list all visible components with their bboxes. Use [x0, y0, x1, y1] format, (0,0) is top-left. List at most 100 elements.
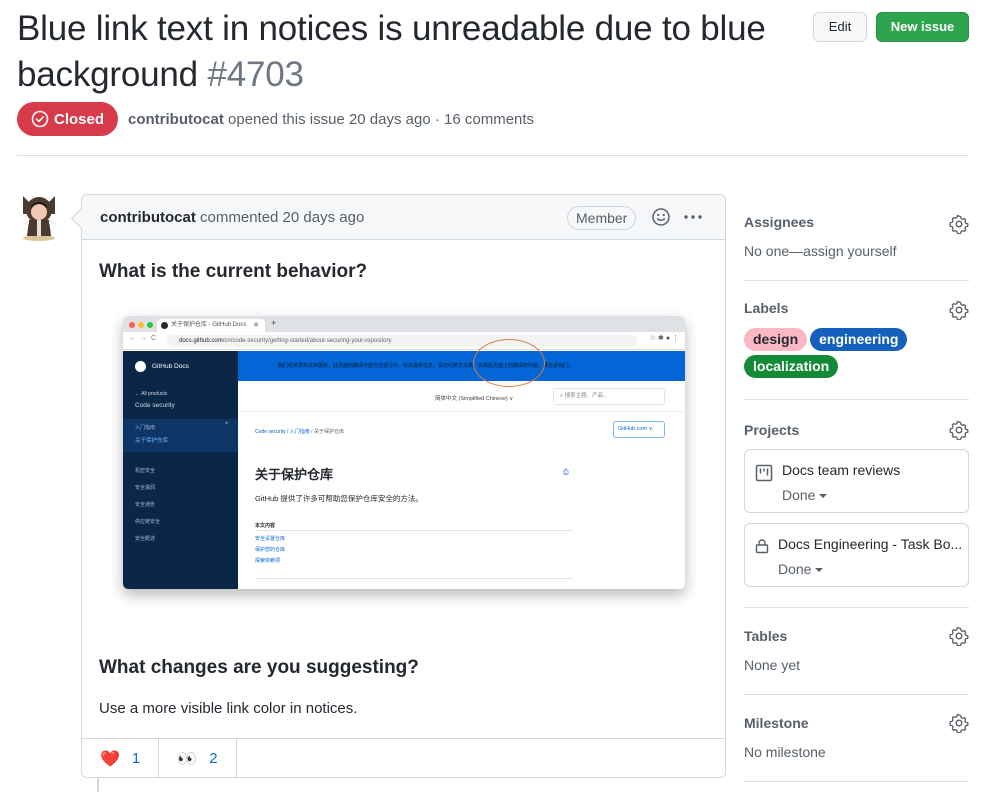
docs-version-picker: GitHub.com ∨	[613, 421, 665, 438]
docs-notice-banner: 我们经常发布文档更新，此页面的翻译可能仍在进行中。有关最新信息，请访问英文文档。…	[238, 351, 685, 381]
gear-icon[interactable]	[949, 420, 969, 440]
chevron-up-icon: ^	[225, 422, 228, 428]
issue-author-link[interactable]: contributocat	[128, 111, 224, 128]
browser-url: docs.github.com/cn/code-security/getting…	[167, 335, 637, 347]
docs-toc-item: 保护您的仓库	[255, 547, 286, 553]
docs-toc-divider	[255, 530, 573, 531]
issue-title: Blue link text in notices is unreadable …	[17, 6, 817, 98]
docs-nav-item: 安全漏洞	[135, 485, 156, 491]
sidebar-labels-title[interactable]: Labels	[744, 300, 969, 316]
docs-product: Code security	[135, 402, 175, 409]
member-badge: Member	[567, 206, 637, 230]
print-icon: ⎙	[563, 469, 569, 476]
sidebar-divider	[744, 781, 969, 782]
embedded-screenshot[interactable]: 关于保护仓库 - GitHub Docs ✕ + ←→C docs.github.…	[123, 316, 685, 589]
sidebar-tables-title[interactable]: Tables	[744, 628, 969, 644]
status-badge: Closed	[17, 102, 119, 136]
docs-sidebar: GitHub Docs ← All products Code security…	[123, 351, 238, 589]
sidebar-labels: Labels	[744, 300, 969, 320]
heart-icon: ❤️	[100, 750, 120, 768]
browser-toolbar-icons: ☆ ✱ ● ⋮	[649, 335, 679, 342]
issue-meta-text: contributocat opened this issue 20 days …	[128, 111, 534, 128]
add-reaction-icon[interactable]	[651, 207, 671, 227]
browser-nav-icons: ←→C	[129, 335, 161, 342]
docs-back-link: ← All products	[135, 391, 168, 397]
docs-nav-current: 关于保护仓库	[135, 438, 169, 444]
sidebar-milestone: Milestone	[744, 713, 969, 735]
comment-header: contributocat commented 20 days ago Memb…	[82, 195, 725, 240]
comment-heading-current-behavior: What is the current behavior?	[99, 261, 368, 282]
browser-urlbar: ←→C docs.github.com/cn/code-security/get…	[123, 332, 685, 350]
comment-author-link[interactable]: contributocat	[100, 209, 196, 226]
window-close-dot	[129, 322, 135, 328]
comment-meta: contributocat commented 20 days ago	[100, 209, 364, 226]
window-minimize-dot	[138, 322, 144, 328]
docs-breadcrumb: Code security / 入门指南 / 关于保护仓库	[255, 429, 344, 435]
project-status-dropdown[interactable]: Done	[778, 561, 823, 577]
gear-icon[interactable]	[949, 214, 969, 234]
window-zoom-dot	[147, 322, 153, 328]
gear-icon[interactable]	[949, 713, 969, 733]
docs-nav-section: 入门指南	[135, 425, 156, 431]
issue-opened-text: opened this issue 20 days ago · 16 comme…	[228, 110, 535, 128]
tab-close-icon: ✕	[253, 322, 259, 329]
sidebar-tables: Tables	[744, 626, 969, 648]
eyes-icon: 👀	[177, 750, 198, 768]
new-tab-icon: +	[271, 318, 277, 328]
issue-title-text: Blue link text in notices is unreadable …	[17, 9, 766, 94]
browser-tab-title: 关于保护仓库 - GitHub Docs	[171, 322, 247, 328]
reaction-count: 1	[131, 750, 141, 767]
comment-timestamp[interactable]: commented 20 days ago	[200, 209, 364, 226]
project-name[interactable]: Docs Engineering - Task Bo...	[778, 536, 962, 552]
avatar[interactable]	[17, 190, 61, 242]
check-circle-icon	[31, 110, 49, 128]
comment-heading-suggestions: What changes are you suggesting?	[99, 657, 419, 678]
sidebar-projects-title[interactable]: Projects	[744, 422, 969, 438]
docs-nav-item: 安全通告	[135, 502, 156, 508]
sidebar-milestone-title[interactable]: Milestone	[744, 715, 969, 731]
sidebar-milestone-value: No milestone	[744, 744, 826, 760]
browser-tabbar: 关于保护仓库 - GitHub Docs ✕ +	[123, 316, 685, 332]
edit-button[interactable]: Edit	[813, 12, 867, 42]
sidebar-assignees: Assignees	[744, 214, 969, 234]
project-card[interactable]: Docs team reviews Done	[744, 449, 969, 513]
new-issue-button[interactable]: New issue	[876, 12, 969, 42]
status-label: Closed	[54, 110, 105, 128]
label-design[interactable]: design	[744, 328, 808, 351]
url-path: /cn/code-security/getting-started/about-…	[222, 338, 392, 344]
docs-breadcrumb-item: 关于保护仓库	[313, 429, 344, 435]
label-list: design engineering localization	[744, 328, 969, 382]
label-engineering[interactable]: engineering	[810, 328, 908, 351]
gear-icon[interactable]	[949, 300, 969, 320]
docs-nav-item: 机密安全	[135, 468, 156, 474]
label-localization[interactable]: localization	[744, 355, 839, 378]
browser-tab: 关于保护仓库 - GitHub Docs ✕	[157, 319, 265, 332]
reaction-eyes-button[interactable]: 👀 2	[159, 739, 237, 778]
project-card[interactable]: Docs Engineering - Task Bo... Done	[744, 523, 969, 587]
reaction-heart-button[interactable]: ❤️ 1	[82, 739, 160, 778]
timeline-line	[97, 778, 99, 792]
lock-icon	[755, 539, 769, 554]
url-domain: docs.github.com	[179, 338, 223, 344]
docs-toc-item: 探索依赖项	[255, 558, 281, 564]
reaction-count: 2	[209, 750, 218, 767]
github-logo-icon	[135, 361, 146, 372]
project-name[interactable]: Docs team reviews	[782, 462, 900, 478]
header-divider	[17, 155, 969, 156]
sidebar-divider	[744, 280, 969, 281]
docs-toc-heading: 本文内容	[255, 523, 276, 529]
kebab-horizontal-icon[interactable]	[682, 207, 704, 227]
docs-logo: GitHub Docs	[135, 361, 189, 372]
sidebar-assignees-title[interactable]: Assignees	[744, 214, 969, 230]
docs-breadcrumb-item: Code security	[255, 429, 286, 435]
comment-paragraph: Use a more visible link color in notices…	[99, 700, 358, 717]
docs-site-name: GitHub Docs	[152, 363, 189, 370]
issue-meta: Closed contributocat opened this issue 2…	[17, 102, 534, 136]
docs-toc-item: 安全设置仓库	[255, 536, 286, 542]
sidebar-assignees-value[interactable]: No one—assign yourself	[744, 243, 969, 259]
gear-icon[interactable]	[949, 626, 969, 646]
sidebar-tables-value: None yet	[744, 657, 801, 673]
project-status-dropdown[interactable]: Done	[782, 487, 827, 503]
docs-toc-divider	[255, 578, 573, 579]
reactions-bar: ❤️ 1 👀 2	[82, 738, 725, 778]
